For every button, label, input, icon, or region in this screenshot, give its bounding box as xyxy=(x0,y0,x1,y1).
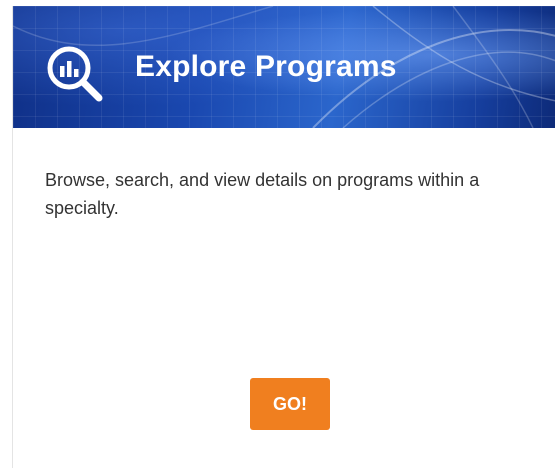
card-header: Explore Programs xyxy=(13,6,555,128)
card-title: Explore Programs xyxy=(135,50,397,83)
card-description: Browse, search, and view details on prog… xyxy=(45,170,480,218)
go-button[interactable]: GO! xyxy=(250,378,330,430)
search-chart-icon xyxy=(43,42,107,106)
explore-programs-card: Explore Programs Browse, search, and vie… xyxy=(12,6,555,468)
